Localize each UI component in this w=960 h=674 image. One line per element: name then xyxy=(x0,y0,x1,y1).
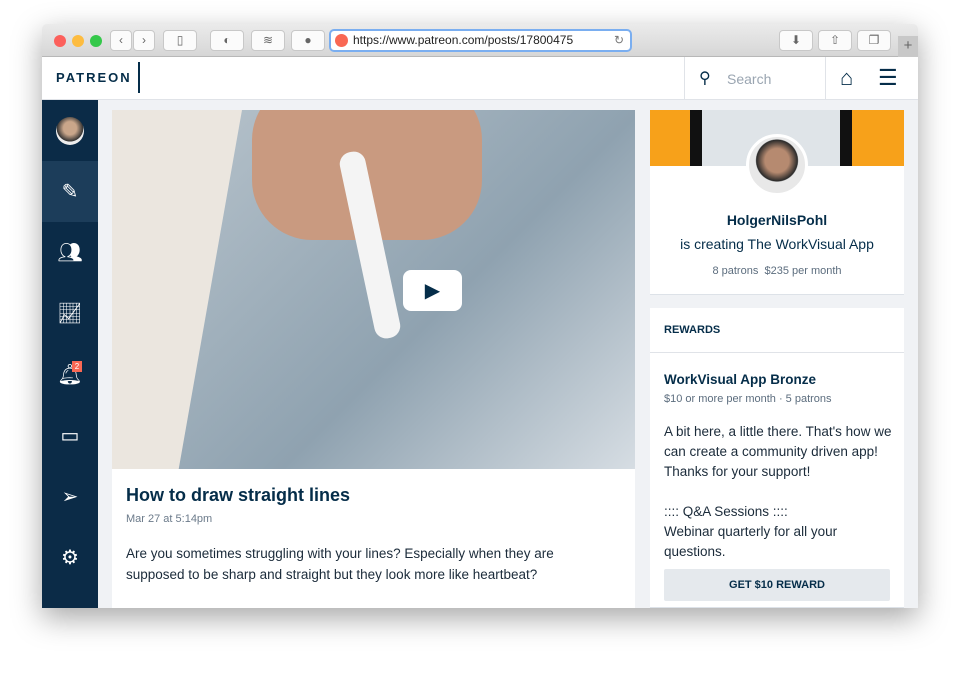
reward-description: A bit here, a little there. That's how w… xyxy=(664,424,892,559)
users-icon: 👥︎ xyxy=(57,242,83,264)
sidebar-item-settings[interactable]: ⚙ xyxy=(42,527,98,588)
post-date: Mar 27 at 5:14pm xyxy=(126,513,213,525)
extension-icon[interactable]: ◐ xyxy=(210,30,244,51)
back-button[interactable]: ‹ xyxy=(110,30,132,51)
post-body: Are you sometimes struggling with your l… xyxy=(126,546,554,582)
sidebar-item-send[interactable]: ➢ xyxy=(42,466,98,527)
patron-count: 8 patrons xyxy=(712,265,759,277)
forward-button[interactable]: › xyxy=(133,30,155,51)
search-input[interactable]: Search xyxy=(727,71,771,87)
video-thumbnail xyxy=(112,110,243,469)
edit-icon: ✎ xyxy=(61,181,79,203)
address-bar[interactable]: https://www.patreon.com/posts/17800475 ↻ xyxy=(329,29,632,52)
notification-badge: 2 xyxy=(72,361,82,372)
get-reward-button[interactable]: GET $10 REWARD xyxy=(664,569,890,601)
creator-stats: 8 patrons $235 per month xyxy=(650,265,904,277)
post-card: How to draw straight lines Mar 27 at 5:1… xyxy=(112,469,635,608)
menu-icon[interactable]: ☰ xyxy=(878,65,898,91)
zoom-window-button[interactable] xyxy=(90,35,102,47)
share-icon[interactable]: ⇧ xyxy=(818,30,852,51)
send-icon: ➢ xyxy=(61,486,79,508)
url-text: https://www.patreon.com/posts/17800475 xyxy=(353,33,574,47)
download-icon[interactable]: ⬇ xyxy=(779,30,813,51)
sidebar-item-notifications[interactable]: 🔔︎ 2 xyxy=(42,344,98,405)
chart-icon: 📈︎ xyxy=(57,303,83,325)
video-player[interactable]: ▶ xyxy=(112,110,635,469)
layers-icon[interactable]: ≋ xyxy=(251,30,285,51)
patreon-favicon xyxy=(335,34,348,47)
avatar xyxy=(56,116,84,145)
play-button[interactable]: ▶ xyxy=(403,270,462,311)
logo-divider xyxy=(138,62,140,93)
browser-toolbar: ‹ › ▯ ◐ ≋ ● https://www.patreon.com/post… xyxy=(42,24,918,57)
creator-tagline: is creating The WorkVisual App xyxy=(680,236,874,252)
minimize-window-button[interactable] xyxy=(72,35,84,47)
message-icon: ▭ xyxy=(60,425,80,447)
sidebar-item-create-post[interactable]: ✎ xyxy=(42,161,98,222)
creator-name[interactable]: HolgerNilsPohl xyxy=(650,212,904,228)
rewards-heading: REWARDS xyxy=(664,324,721,336)
reward-title: WorkVisual App Bronze xyxy=(664,372,817,387)
patreon-header: PATREON ⚲ Search ⌂ ☰ xyxy=(42,57,918,100)
gear-icon: ⚙ xyxy=(61,547,79,569)
post-title[interactable]: How to draw straight lines xyxy=(126,485,350,506)
sidebar-item-patrons[interactable]: 👥︎ xyxy=(42,222,98,283)
close-window-button[interactable] xyxy=(54,35,66,47)
search-box[interactable]: ⚲ Search xyxy=(684,57,826,99)
tabs-icon[interactable]: ❐ xyxy=(857,30,891,51)
play-icon: ▶ xyxy=(424,280,441,302)
patreon-logo[interactable]: PATREON xyxy=(56,70,132,85)
browser-window: ‹ › ▯ ◐ ≋ ● https://www.patreon.com/post… xyxy=(42,24,918,608)
earnings: $235 per month xyxy=(764,265,842,277)
creator-avatar[interactable] xyxy=(746,134,808,196)
divider xyxy=(650,352,904,353)
sidebar-item-insights[interactable]: 📈︎ xyxy=(42,283,98,344)
sidebar: ✎ 👥︎ 📈︎ 🔔︎ 2 ▭ ➢ ⚙ xyxy=(42,100,98,608)
new-tab-button[interactable]: + xyxy=(898,36,918,57)
creator-card: HolgerNilsPohl is creating The WorkVisua… xyxy=(650,110,904,295)
reload-icon[interactable]: ↻ xyxy=(614,31,624,50)
grammarly-icon[interactable]: ● xyxy=(291,30,325,51)
search-icon: ⚲ xyxy=(699,70,711,87)
sidebar-item-messages[interactable]: ▭ xyxy=(42,405,98,466)
reward-meta: $10 or more per month · 5 patrons xyxy=(664,393,832,405)
rewards-card: REWARDS WorkVisual App Bronze $10 or mor… xyxy=(650,308,904,608)
sidebar-toggle-icon[interactable]: ▯ xyxy=(163,30,197,51)
home-icon[interactable]: ⌂ xyxy=(840,65,853,91)
sidebar-profile[interactable] xyxy=(42,100,98,161)
